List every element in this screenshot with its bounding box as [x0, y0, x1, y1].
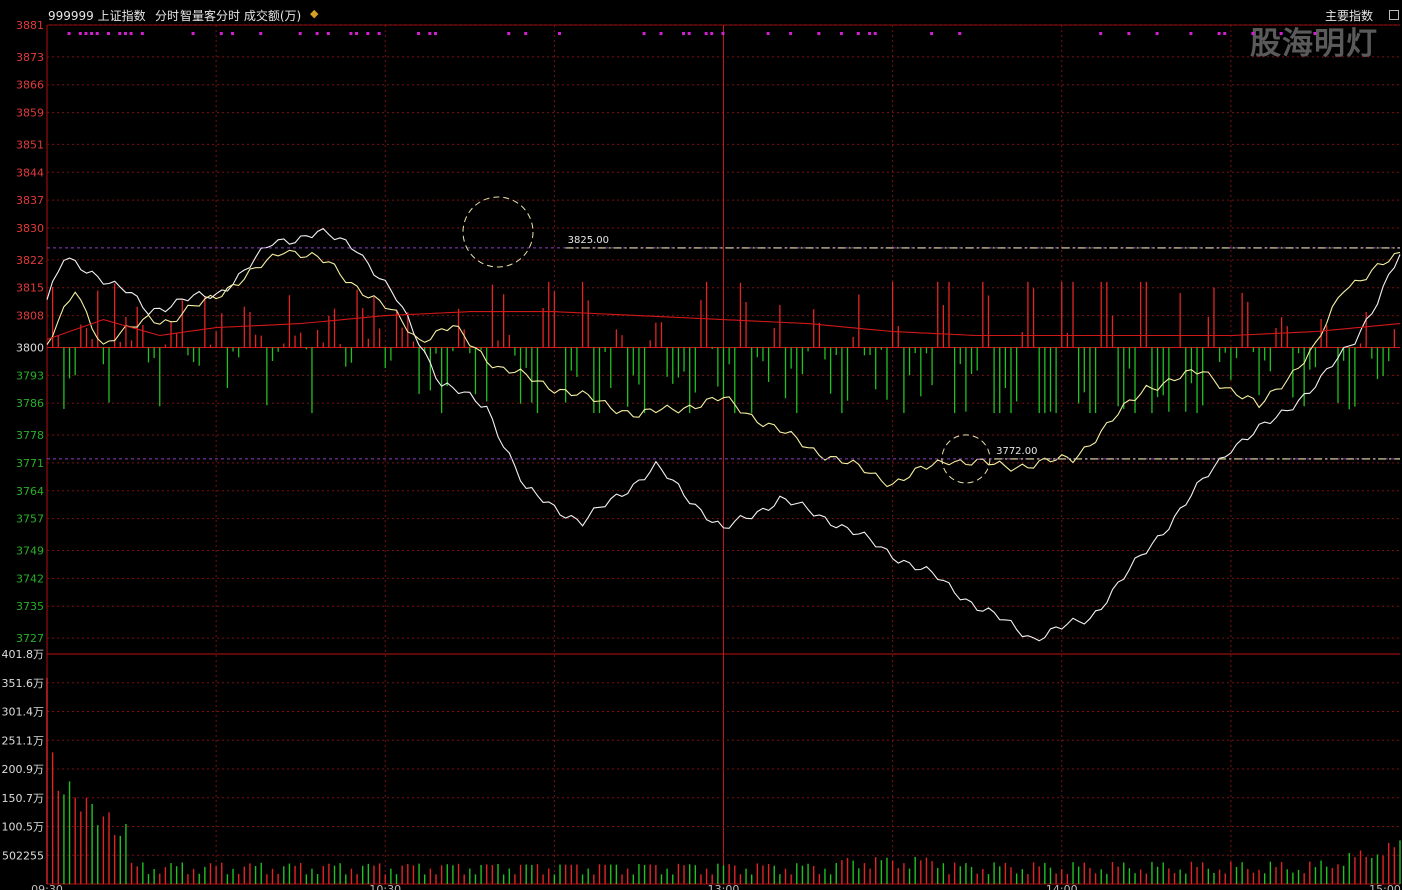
level-label: 3772.00: [996, 446, 1037, 457]
volume-tick-label: 351.6万: [2, 677, 45, 690]
price-tick-label: 3735: [16, 600, 44, 613]
price-tick-label: 3881: [16, 19, 44, 32]
signal-dot: [1099, 32, 1103, 35]
intraday-chart[interactable]: 3825.003772.00 3881387338663859385138443…: [0, 0, 1402, 890]
signal-dot: [642, 32, 646, 35]
signal-dot: [721, 32, 725, 35]
price-tick-label: 3866: [16, 79, 44, 92]
signal-dot: [659, 32, 663, 35]
signal-dot: [524, 32, 528, 35]
chart-grid: [46, 24, 1400, 885]
signal-dot: [349, 32, 353, 35]
volume-tick-label: 200.9万: [2, 763, 45, 776]
volume-tick-label: 401.8万: [2, 648, 45, 661]
price-tick-label: 3771: [16, 457, 44, 470]
signal-dot: [377, 32, 381, 35]
price-tick-label: 3808: [16, 310, 44, 323]
axis-labels: 3881 3873 3866 3859 3851 3844 3837 3830 3822 3815…: [2, 19, 1401, 890]
signal-dot: [873, 32, 877, 35]
time-tick-label: 14:00: [1046, 883, 1078, 890]
price-tick-label: 3815: [16, 282, 44, 295]
signal-dot: [1313, 32, 1317, 35]
signal-dot: [259, 32, 263, 35]
price-tick-label: 3778: [16, 429, 44, 442]
price-tick-label: 3859: [16, 107, 44, 120]
price-tick-label: 3837: [16, 194, 44, 207]
signal-dot: [355, 32, 359, 35]
volume-tick-label: 301.4万: [2, 706, 45, 719]
price-tick-label: 3727: [16, 632, 44, 645]
signal-dot: [366, 32, 370, 35]
time-tick-label: 09:30: [31, 883, 63, 890]
price-tick-label: 3764: [16, 485, 44, 498]
price-tick-label: 3786: [16, 397, 44, 410]
signal-dot: [1127, 32, 1131, 35]
price-tick-label: 3822: [16, 254, 44, 267]
signal-dot: [78, 32, 82, 35]
signal-dot: [433, 32, 437, 35]
signal-dot: [507, 32, 511, 35]
signal-dot: [428, 32, 432, 35]
signal-dot: [219, 32, 223, 35]
signal-dot: [417, 32, 421, 35]
signal-dot: [95, 32, 99, 35]
signal-dot: [231, 32, 235, 35]
level-label: 3825.00: [568, 235, 609, 246]
signal-dot: [704, 32, 708, 35]
signal-dot: [868, 32, 872, 35]
signal-dot: [687, 32, 691, 35]
volume-tick-label: 502255: [2, 849, 44, 862]
price-tick-label: 3749: [16, 544, 44, 557]
highlight-circle: [462, 196, 534, 268]
signal-dot: [1279, 32, 1283, 35]
price-tick-label: 3873: [16, 51, 44, 64]
signal-dot: [958, 32, 962, 35]
signal-dot: [1189, 32, 1193, 35]
signal-dot: [67, 32, 71, 35]
time-tick-label: 10:30: [369, 883, 401, 890]
signal-dot: [1223, 32, 1227, 35]
signal-dot: [789, 32, 793, 35]
signal-dot: [710, 32, 714, 35]
signal-dot: [1251, 32, 1255, 35]
volume-tick-label: 100.5万: [2, 821, 45, 834]
price-tick-label: 3793: [16, 369, 44, 382]
signal-dot: [107, 32, 111, 35]
time-tick-label: 15:00: [1369, 883, 1401, 890]
price-tick-label: 3757: [16, 513, 44, 526]
signal-dot: [84, 32, 88, 35]
signal-dot: [930, 32, 934, 35]
signal-dot: [191, 32, 195, 35]
signal-dots: [67, 32, 1317, 35]
signal-dot: [298, 32, 302, 35]
signal-dot: [1155, 32, 1159, 35]
price-tick-label: 3800: [16, 341, 44, 354]
price-tick-label: 3742: [16, 572, 44, 585]
price-tick-label: 3830: [16, 222, 44, 235]
signal-dot: [140, 32, 144, 35]
signal-dot: [129, 32, 133, 35]
signal-dot: [682, 32, 686, 35]
volume-tick-label: 150.7万: [2, 792, 45, 805]
signal-dot: [118, 32, 122, 35]
signal-dot: [856, 32, 860, 35]
signal-dot: [558, 32, 562, 35]
price-tick-label: 3844: [16, 166, 44, 179]
signal-dot: [315, 32, 319, 35]
signal-dot: [766, 32, 770, 35]
signal-dot: [1217, 32, 1221, 35]
signal-dot: [817, 32, 821, 35]
volume-tick-label: 251.1万: [2, 734, 45, 747]
time-tick-label: 13:00: [708, 883, 740, 890]
signal-dot: [123, 32, 127, 35]
signal-dot: [326, 32, 330, 35]
signal-dot: [90, 32, 94, 35]
signal-dot: [839, 32, 843, 35]
price-tick-label: 3851: [16, 138, 44, 151]
